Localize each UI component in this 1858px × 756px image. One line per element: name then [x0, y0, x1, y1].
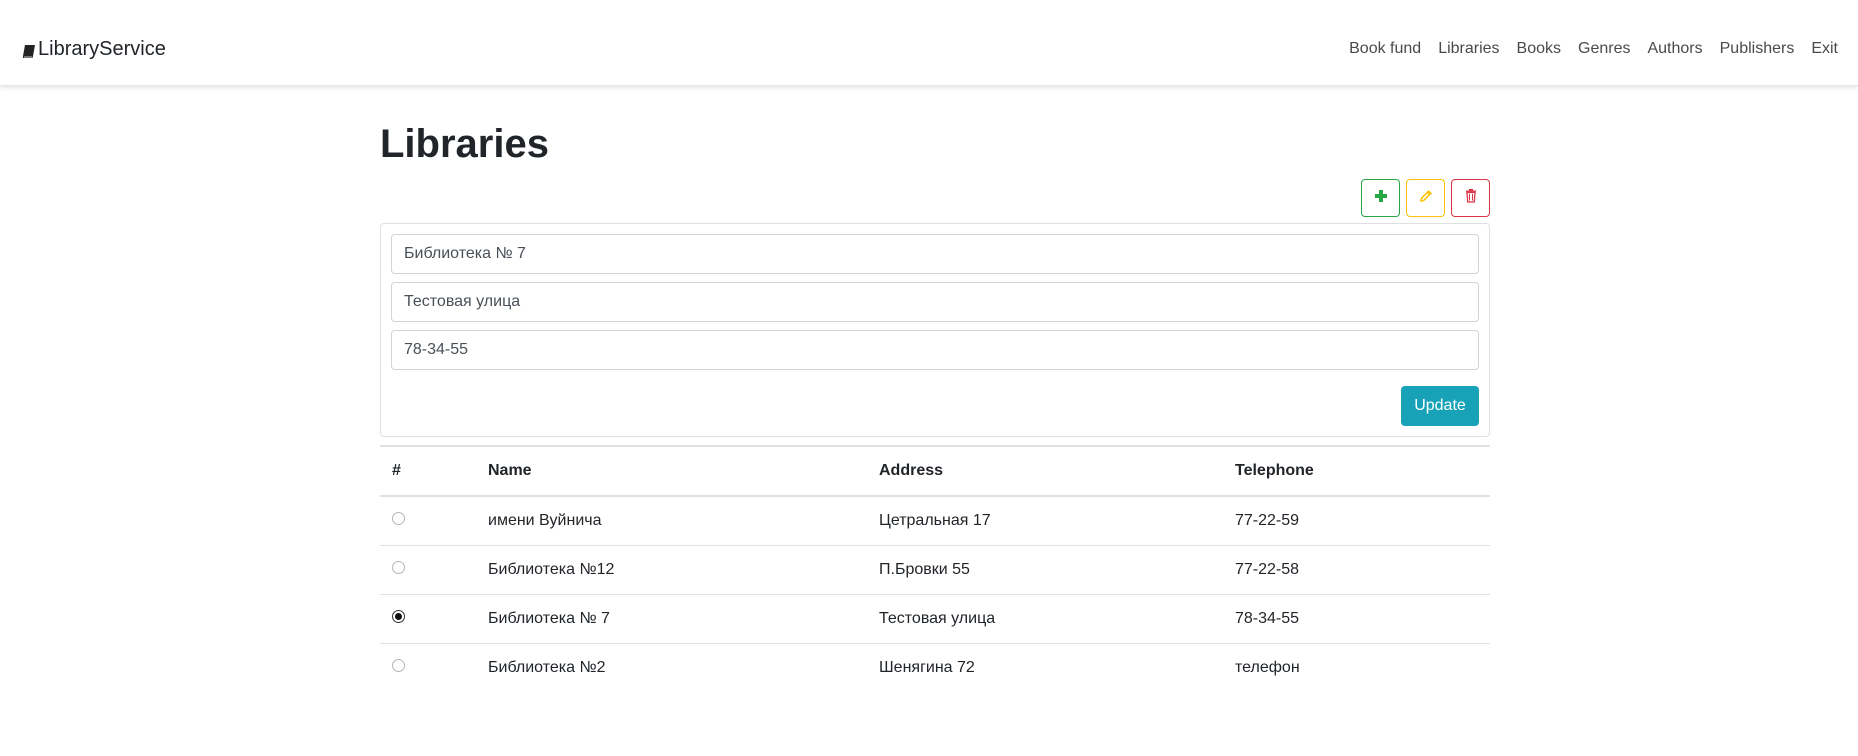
plus-icon — [1374, 189, 1388, 208]
row-radio[interactable] — [392, 560, 405, 574]
table-header-row: # Name Address Telephone — [380, 446, 1490, 496]
name-input[interactable] — [391, 234, 1479, 274]
action-toolbar — [1361, 179, 1490, 217]
nav-link-libraries[interactable]: Libraries — [1438, 40, 1499, 58]
cell-address: П.Бровки 55 — [879, 560, 970, 578]
table-row[interactable]: имени Вуйнича Цетральная 17 77-22-59 — [380, 496, 1490, 545]
brand-label: LibraryService — [38, 38, 166, 60]
row-radio[interactable] — [392, 511, 405, 525]
delete-button[interactable] — [1451, 179, 1490, 217]
nav-link-publishers[interactable]: Publishers — [1720, 40, 1795, 58]
telephone-input[interactable] — [391, 330, 1479, 370]
row-radio[interactable] — [392, 658, 405, 672]
nav-link-books[interactable]: Books — [1517, 40, 1561, 58]
row-radio[interactable] — [392, 609, 405, 623]
column-header-telephone: Telephone — [1235, 462, 1314, 479]
page-title: Libraries — [380, 122, 549, 166]
table-row[interactable]: Библиотека №12 П.Бровки 55 77-22-58 — [380, 545, 1490, 594]
row-select-cell — [380, 496, 476, 545]
row-select-cell — [380, 594, 476, 643]
cell-name: имени Вуйнича — [488, 511, 602, 529]
book-icon — [22, 42, 36, 58]
brand-link[interactable]: LibraryService — [22, 38, 166, 61]
edit-button[interactable] — [1406, 179, 1445, 217]
nav-link-authors[interactable]: Authors — [1647, 40, 1702, 58]
nav-link-exit[interactable]: Exit — [1811, 40, 1838, 58]
main-content: Libraries Библиотека № 7 Тестовая улица … — [380, 120, 1490, 676]
address-input[interactable] — [391, 282, 1479, 322]
nav-menu: Book fund Libraries Books Genres Authors… — [1349, 40, 1838, 58]
nav-link-genres[interactable]: Genres — [1578, 40, 1630, 58]
update-button[interactable]: Update — [1401, 386, 1479, 426]
column-header-address: Address — [879, 462, 944, 479]
table-row[interactable]: Библиотека № 7 Тестовая улица 78-34-55 — [380, 594, 1490, 643]
nav-link-book-fund[interactable]: Book fund — [1349, 40, 1421, 58]
cell-address: Шенягина 72 — [879, 658, 975, 676]
navbar: LibraryService Book fund Libraries Books… — [0, 0, 1858, 86]
library-form: Update — [380, 223, 1490, 437]
cell-address: Цетральная 17 — [879, 511, 991, 529]
cell-telephone: 78-34-55 — [1235, 609, 1300, 627]
cell-telephone: 77-22-59 — [1235, 511, 1300, 529]
row-select-cell — [380, 545, 476, 594]
column-header-number: # — [392, 462, 401, 479]
column-header-name: Name — [488, 462, 532, 479]
cell-telephone: 77-22-58 — [1235, 560, 1300, 578]
table-row[interactable]: Библиотека №2 Шенягина 72 телефон — [380, 643, 1490, 692]
trash-icon — [1464, 188, 1478, 208]
cell-telephone: телефон — [1235, 658, 1300, 676]
pencil-icon — [1419, 189, 1433, 208]
cell-address: Тестовая улица — [879, 609, 996, 627]
libraries-table: # Name Address Telephone имени Вуйнича Ц… — [380, 445, 1490, 692]
cell-name: Библиотека №2 — [488, 658, 606, 676]
cell-name: Библиотека № 7 — [488, 609, 610, 627]
add-button[interactable] — [1361, 179, 1400, 217]
row-select-cell — [380, 643, 476, 692]
cell-name: Библиотека №12 — [488, 560, 615, 578]
